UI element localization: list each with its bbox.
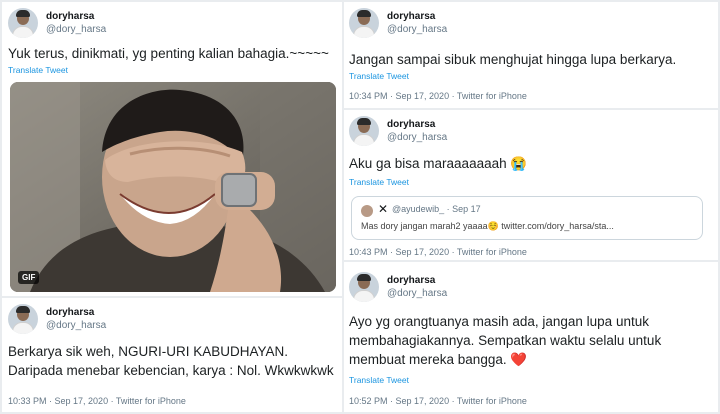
translate-tweet-link[interactable]: Translate Tweet — [8, 65, 68, 75]
avatar[interactable] — [8, 8, 38, 38]
user-handle[interactable]: @dory_harsa — [387, 287, 447, 300]
tweet-body: Ayo yg orangtuanya masih ada, jangan lup… — [349, 314, 662, 367]
heart-emoji-icon: ❤️ — [510, 352, 528, 367]
gif-badge: GIF — [18, 271, 40, 284]
tweet-card-5: doryharsa @dory_harsa Ayo yg orangtuanya… — [344, 262, 718, 412]
translate-tweet-link[interactable]: Translate Tweet — [349, 71, 409, 81]
tweet-header: doryharsa @dory_harsa — [349, 8, 447, 38]
tweet-text: Yuk terus, dinikmati, yg penting kalian … — [8, 46, 329, 61]
tweet-timestamp[interactable]: 10:33 PM · Sep 17, 2020 · Twitter for iP… — [8, 396, 186, 406]
display-name[interactable]: doryharsa — [387, 274, 447, 287]
quoted-tweet[interactable]: ✕ @ayudewib_ · Sep 17 Mas dory jangan ma… — [351, 196, 703, 240]
tweet-card-3: doryharsa @dory_harsa Jangan sampai sibu… — [344, 2, 718, 108]
translate-tweet-link[interactable]: Translate Tweet — [349, 375, 409, 385]
tweet-header: doryharsa @dory_harsa — [8, 304, 106, 334]
tweet-header: doryharsa @dory_harsa — [8, 8, 106, 38]
tweet-timestamp[interactable]: 10:43 PM · Sep 17, 2020 · Twitter for iP… — [349, 247, 527, 257]
quoted-text: Mas dory jangan marah2 yaaaa☺️ twitter.c… — [361, 221, 614, 231]
user-handle[interactable]: @dory_harsa — [46, 319, 106, 332]
laughing-man-image — [10, 82, 336, 292]
quoted-handle: @ayudewib_ · Sep 17 — [392, 204, 481, 214]
display-name[interactable]: doryharsa — [387, 10, 447, 23]
translate-tweet-link[interactable]: Translate Tweet — [349, 177, 409, 187]
gif-media[interactable]: GIF — [10, 82, 336, 292]
tweet-text: Berkarya sik weh, NGURI-URI KABUDHAYAN. … — [8, 344, 334, 378]
tweet-header: doryharsa @dory_harsa — [349, 116, 447, 146]
display-name[interactable]: doryharsa — [46, 306, 106, 319]
tweet-header: doryharsa @dory_harsa — [349, 272, 447, 302]
avatar[interactable] — [349, 8, 379, 38]
x-logo-icon: ✕ — [378, 202, 389, 216]
tweet-timestamp[interactable]: 10:34 PM · Sep 17, 2020 · Twitter for iP… — [349, 91, 527, 101]
tweet-text: Ayo yg orangtuanya masih ada, jangan lup… — [349, 312, 713, 369]
display-name[interactable]: doryharsa — [46, 10, 106, 23]
user-handle[interactable]: @dory_harsa — [46, 23, 106, 36]
avatar[interactable] — [8, 304, 38, 334]
tweet-text: Aku ga bisa maraaaaaaah 😭 — [349, 156, 528, 171]
avatar[interactable] — [349, 116, 379, 146]
tweet-card-2: doryharsa @dory_harsa Berkarya sik weh, … — [2, 298, 342, 412]
avatar[interactable] — [349, 272, 379, 302]
quoted-avatar — [361, 205, 373, 217]
tweet-card-1: doryharsa @dory_harsa Yuk terus, dinikma… — [2, 2, 342, 296]
user-handle[interactable]: @dory_harsa — [387, 131, 447, 144]
user-handle[interactable]: @dory_harsa — [387, 23, 447, 36]
display-name[interactable]: doryharsa — [387, 118, 447, 131]
tweet-text: Jangan sampai sibuk menghujat hingga lup… — [349, 52, 677, 67]
tweet-timestamp[interactable]: 10:52 PM · Sep 17, 2020 · Twitter for iP… — [349, 396, 527, 406]
